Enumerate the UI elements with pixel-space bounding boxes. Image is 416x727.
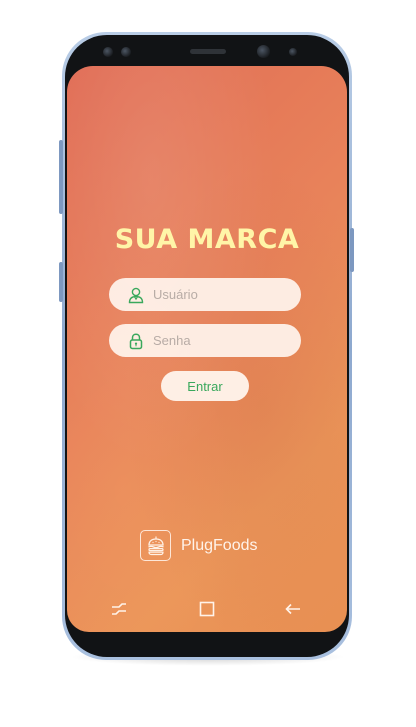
earpiece-speaker <box>190 49 226 54</box>
username-input[interactable] <box>153 287 283 302</box>
power-button <box>350 228 354 272</box>
bixby-button <box>59 140 63 214</box>
brand-title: SUA MARCA <box>114 224 300 255</box>
login-button[interactable]: Entrar <box>161 371 249 401</box>
burger-icon <box>140 530 171 561</box>
username-field[interactable] <box>109 278 301 311</box>
logo-text: PlugFoods <box>181 536 258 554</box>
proximity-sensor <box>121 47 131 57</box>
recent-apps-icon[interactable] <box>108 600 130 618</box>
front-camera <box>257 45 270 58</box>
user-icon <box>127 286 145 304</box>
volume-button <box>59 262 63 302</box>
password-input[interactable] <box>153 333 283 348</box>
light-sensor <box>289 48 297 56</box>
lock-icon <box>127 332 145 350</box>
password-field[interactable] <box>109 324 301 357</box>
device-mockup: SUA MARCA Entrar <box>0 0 416 727</box>
app-screen: SUA MARCA Entrar <box>67 66 347 632</box>
brand-logo: PlugFoods <box>140 530 258 561</box>
iris-sensor <box>103 47 113 57</box>
back-arrow-icon[interactable] <box>282 600 304 618</box>
home-square-icon[interactable] <box>196 600 218 618</box>
